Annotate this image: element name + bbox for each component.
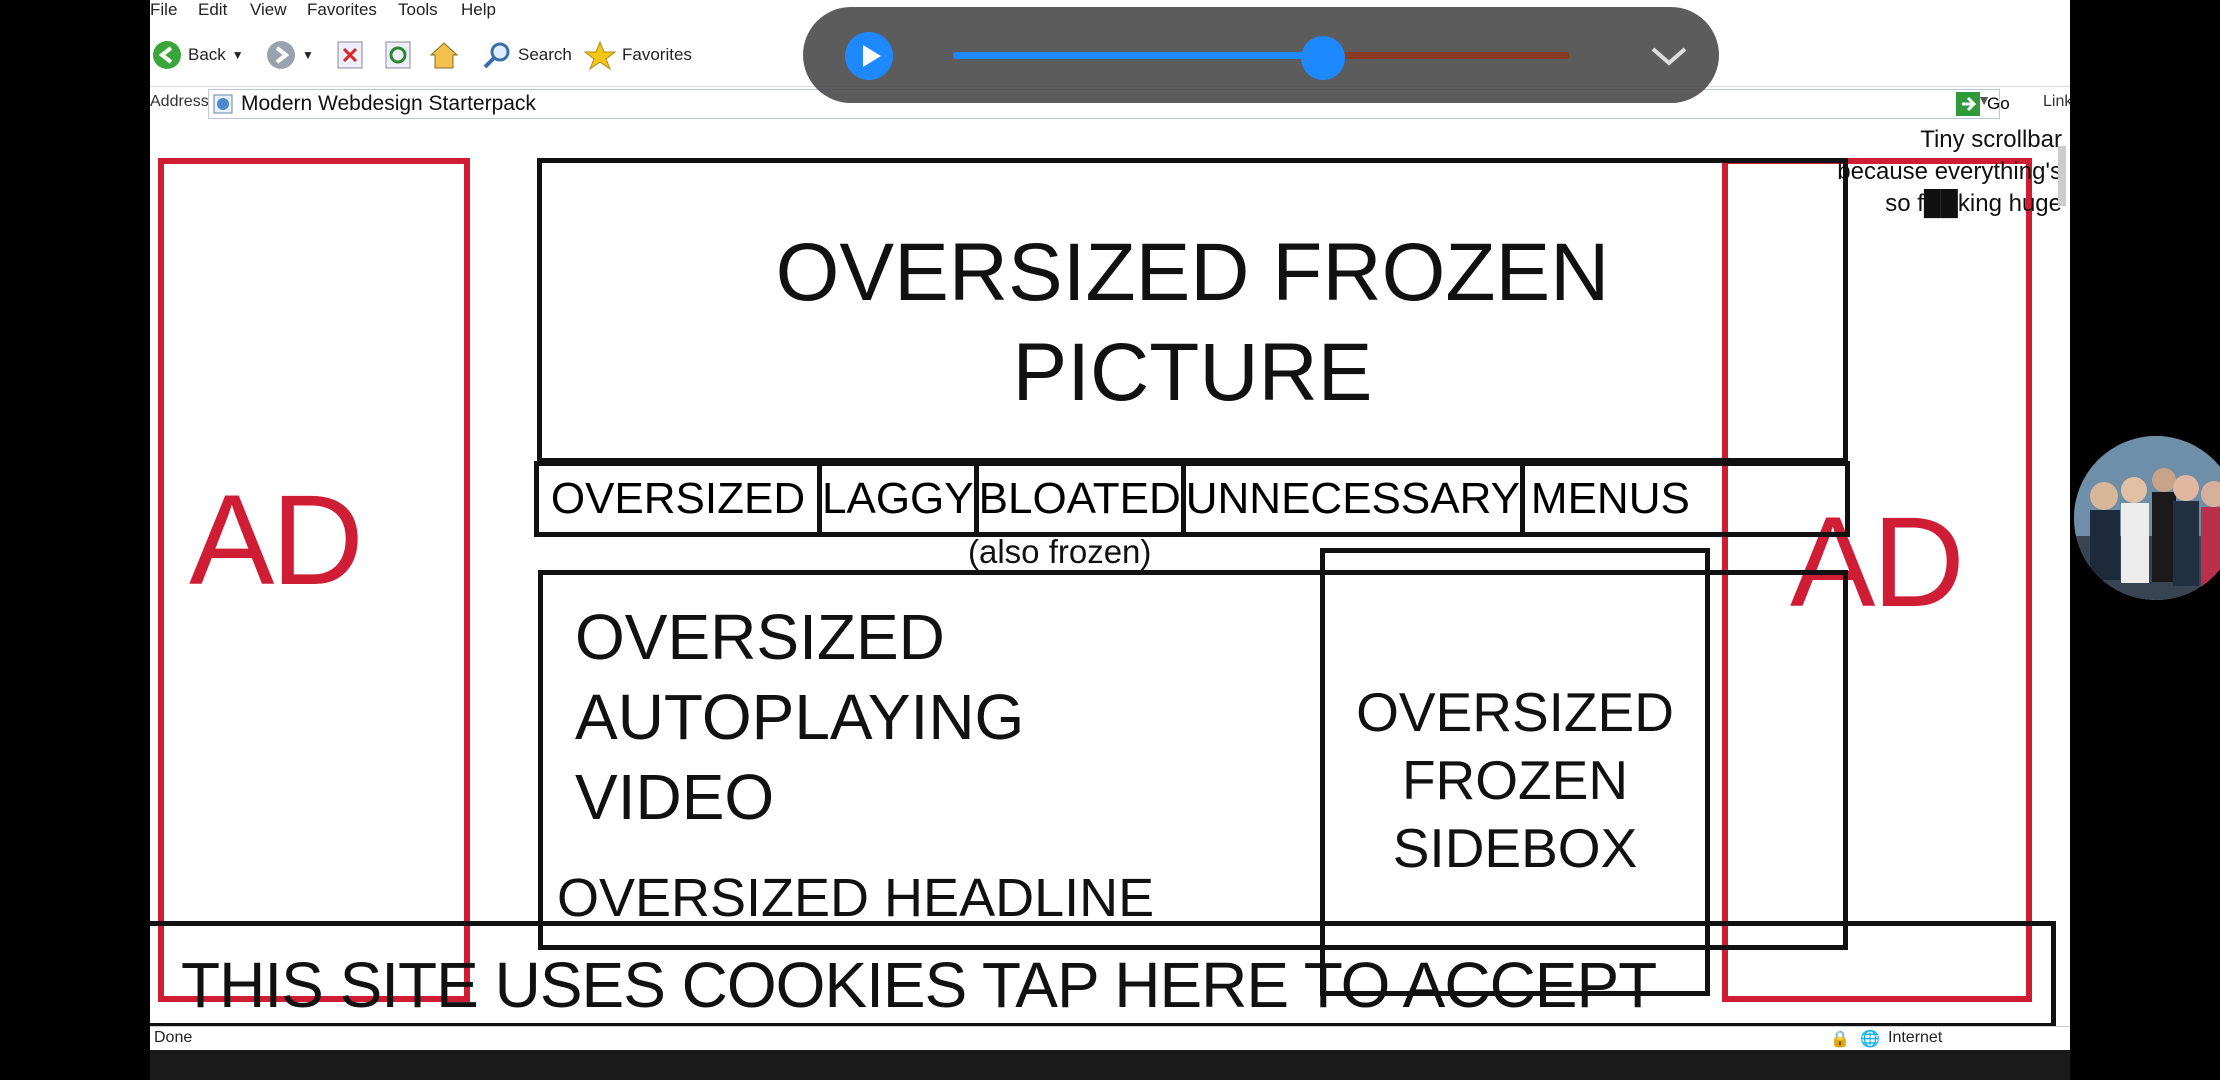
hero-line2: PICTURE <box>1012 327 1373 418</box>
video-line2: AUTOPLAYING <box>575 681 1025 753</box>
video-line3: VIDEO <box>575 761 775 833</box>
sidebox-text: OVERSIZED FROZEN SIDEBOX <box>1325 678 1705 882</box>
video-text: OVERSIZED AUTOPLAYING VIDEO <box>575 597 1024 837</box>
menu-item-unnecessary[interactable]: UNNECESSARY <box>1186 466 1525 532</box>
menu-row: OVERSIZED LAGGY BLOATED UNNECESSARY MENU… <box>534 461 1850 537</box>
scrollbar-note-line1: Tiny scrollbar <box>1920 126 2062 153</box>
refresh-icon <box>385 41 411 69</box>
seek-thumb[interactable] <box>1301 36 1345 80</box>
go-arrow-icon <box>1956 92 1980 116</box>
seek-bar-remaining[interactable] <box>1323 52 1569 59</box>
menu-item-menus[interactable]: MENUS <box>1525 466 1845 532</box>
menu-item-oversized[interactable]: OVERSIZED <box>539 466 822 532</box>
sidebox-line1: OVERSIZED <box>1356 681 1674 743</box>
address-value: Modern Webdesign Starterpack <box>241 92 536 115</box>
cookie-text: THIS SITE USES COOKIES TAP HERE TO ACCEP… <box>181 949 1657 1021</box>
search-button[interactable]: Search <box>482 36 572 74</box>
left-ad[interactable]: AD <box>158 158 470 1002</box>
star-icon <box>584 40 616 70</box>
sidebox-line3: SIDEBOX <box>1392 817 1638 879</box>
status-done: Done <box>154 1029 193 1046</box>
search-icon <box>483 42 510 69</box>
video-line1: OVERSIZED <box>575 601 945 673</box>
menu-file[interactable]: File <box>150 0 177 20</box>
go-label: Go <box>1987 94 2010 113</box>
lock-icon: 🔒 <box>1830 1031 1850 1048</box>
status-zone: Internet <box>1888 1029 1943 1046</box>
chevron-down-icon: ▼ <box>231 48 244 62</box>
menu-help[interactable]: Help <box>461 0 496 20</box>
browser-window: File Edit View Favorites Tools Help Back… <box>150 0 2070 1050</box>
hero-line1: OVERSIZED FROZEN <box>775 227 1610 318</box>
refresh-button[interactable] <box>384 36 412 74</box>
menu-favorites[interactable]: Favorites <box>307 0 377 20</box>
search-label: Search <box>518 45 572 64</box>
left-ad-label: AD <box>189 469 364 612</box>
status-bar: Done 🔒 🌐 Internet <box>150 1026 2070 1050</box>
cookie-banner[interactable]: THIS SITE USES COOKIES TAP HERE TO ACCEP… <box>150 921 2056 1028</box>
forward-button[interactable]: ▼ <box>266 36 314 74</box>
menu-frozen-note: (also frozen) <box>968 533 1152 570</box>
avatar[interactable] <box>2074 436 2220 600</box>
back-button[interactable]: Back ▼ <box>152 36 244 74</box>
media-player <box>803 7 1719 103</box>
menu-edit[interactable]: Edit <box>198 0 227 20</box>
links-label[interactable]: Links <box>2043 93 2070 111</box>
chevron-down-icon: ▼ <box>302 48 314 62</box>
address-label: Address <box>150 93 209 110</box>
chevron-down-icon[interactable] <box>1649 43 1689 69</box>
sidebox-line2: FROZEN <box>1401 749 1629 811</box>
menu-item-bloated[interactable]: BLOATED <box>979 466 1186 532</box>
avatar-photo <box>2074 436 2220 600</box>
home-button[interactable] <box>428 36 460 74</box>
favorites-label: Favorites <box>622 45 692 64</box>
forward-arrow-icon <box>267 41 295 69</box>
hero-text: OVERSIZED FROZEN PICTURE <box>542 223 1843 423</box>
menu-tools[interactable]: Tools <box>398 0 438 20</box>
stop-icon <box>337 41 363 69</box>
menu-item-laggy[interactable]: LAGGY <box>822 466 979 532</box>
seek-bar-played[interactable] <box>953 52 1323 59</box>
back-label: Back <box>188 45 226 64</box>
menu-view[interactable]: View <box>250 0 287 20</box>
bottom-bar <box>150 1050 2070 1080</box>
stop-button[interactable] <box>336 36 364 74</box>
hero-picture: OVERSIZED FROZEN PICTURE <box>537 158 1848 463</box>
scrollbar-thumb[interactable] <box>2058 146 2066 206</box>
play-icon[interactable] <box>845 32 893 80</box>
home-icon <box>429 42 459 69</box>
go-button[interactable]: Go <box>1955 91 2010 117</box>
globe-icon: 🌐 <box>1860 1031 1880 1048</box>
page-icon <box>213 94 233 119</box>
headline: OVERSIZED HEADLINE <box>557 868 1155 928</box>
favorites-button[interactable]: Favorites <box>584 36 692 74</box>
back-arrow-icon <box>153 41 181 69</box>
